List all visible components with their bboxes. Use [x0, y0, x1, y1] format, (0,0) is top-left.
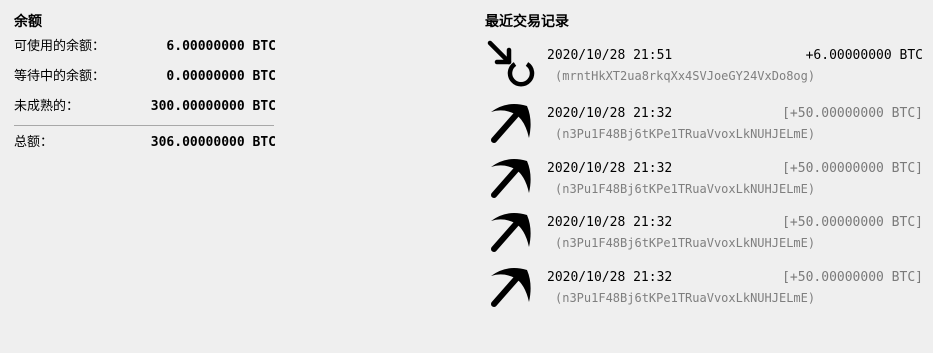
mined-pickaxe-icon: [487, 207, 535, 255]
transaction-address: (mrntHkXT2ua8rkqXx4SVJoeGY24VxDo8og): [555, 69, 816, 83]
immature-balance-row: 未成熟的： 300.00000000 BTC: [14, 92, 276, 122]
balance-title: 余额: [14, 14, 42, 30]
transaction-date: 2020/10/28 21:32: [547, 215, 673, 230]
received-icon: [487, 40, 535, 88]
transaction-date: 2020/10/28 21:32: [547, 161, 673, 176]
available-balance-label: 可使用的余额：: [14, 39, 106, 54]
recent-transactions-panel: 最近交易记录 2020/10/28 21:51 +6.00000000 BTC …: [485, 12, 925, 307]
transaction-amount: [+50.00000000 BTC]: [782, 161, 923, 176]
pending-balance-row: 等待中的余额： 0.00000000 BTC: [14, 62, 276, 92]
mined-pickaxe-icon: [487, 262, 535, 310]
transaction-address: (n3Pu1F48Bj6tKPe1TRuaVvoxLkNUHJELmE): [555, 236, 816, 250]
transaction-amount: [+50.00000000 BTC]: [782, 215, 923, 230]
balance-panel: 余额 可使用的余额： 6.00000000 BTC 等待中的余额： 0.0000…: [14, 12, 276, 163]
transaction-item[interactable]: 2020/10/28 21:32 [+50.00000000 BTC] (n3P…: [485, 153, 925, 207]
balance-divider: [14, 125, 274, 126]
transaction-item[interactable]: 2020/10/28 21:32 [+50.00000000 BTC] (n3P…: [485, 207, 925, 261]
transaction-date: 2020/10/28 21:32: [547, 270, 673, 285]
transaction-address: (n3Pu1F48Bj6tKPe1TRuaVvoxLkNUHJELmE): [555, 127, 816, 141]
available-balance-value[interactable]: 6.00000000 BTC: [166, 39, 276, 55]
transaction-amount: +6.00000000 BTC: [805, 48, 923, 63]
immature-balance-value[interactable]: 300.00000000 BTC: [151, 99, 276, 115]
transaction-address: (n3Pu1F48Bj6tKPe1TRuaVvoxLkNUHJELmE): [555, 182, 816, 196]
total-balance-row: 总额： 306.00000000 BTC: [14, 133, 276, 163]
total-balance-value[interactable]: 306.00000000 BTC: [151, 135, 276, 151]
transaction-item[interactable]: 2020/10/28 21:32 [+50.00000000 BTC] (n3P…: [485, 262, 925, 316]
transaction-amount: [+50.00000000 BTC]: [782, 106, 923, 121]
transaction-date: 2020/10/28 21:51: [547, 48, 673, 63]
available-balance-row: 可使用的余额： 6.00000000 BTC: [14, 32, 276, 62]
transaction-date: 2020/10/28 21:32: [547, 106, 673, 121]
recent-transactions-title: 最近交易记录: [485, 14, 569, 30]
transaction-item[interactable]: 2020/10/28 21:32 [+50.00000000 BTC] (n3P…: [485, 98, 925, 152]
pending-balance-value[interactable]: 0.00000000 BTC: [166, 69, 276, 85]
immature-balance-label: 未成熟的：: [14, 99, 80, 114]
transaction-address: (n3Pu1F48Bj6tKPe1TRuaVvoxLkNUHJELmE): [555, 291, 816, 305]
mined-pickaxe-icon: [487, 98, 535, 146]
total-balance-label: 总额：: [14, 135, 54, 150]
transaction-item[interactable]: 2020/10/28 21:51 +6.00000000 BTC (mrntHk…: [485, 40, 925, 94]
pending-balance-label: 等待中的余额：: [14, 69, 106, 84]
transaction-amount: [+50.00000000 BTC]: [782, 270, 923, 285]
mined-pickaxe-icon: [487, 153, 535, 201]
